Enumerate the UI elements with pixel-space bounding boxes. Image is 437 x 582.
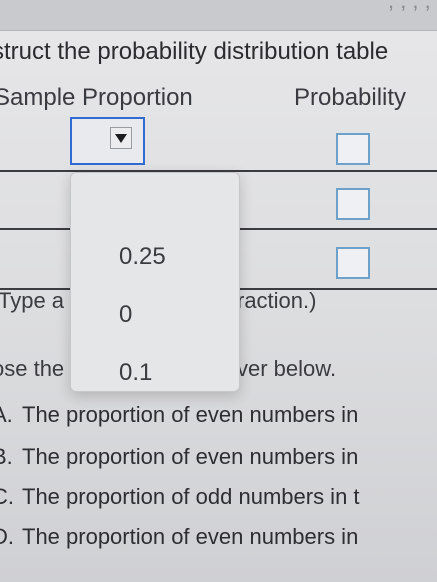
probability-input[interactable]: [336, 188, 370, 220]
probability-input[interactable]: [336, 133, 370, 165]
answer-letter: C.: [0, 484, 14, 509]
choose-hint-right: ver below.: [237, 356, 337, 381]
answer-letter: A.: [0, 402, 13, 427]
answer-option-c[interactable]: C. The proportion of odd numbers in t: [0, 484, 360, 510]
dropdown-arrow-icon[interactable]: [110, 127, 132, 149]
answer-option-d[interactable]: D. The proportion of even numbers in: [0, 524, 358, 550]
sample-proportion-dropdown[interactable]: [70, 117, 145, 165]
top-strip-text: , , , , ,: [387, 0, 437, 13]
answer-option-b[interactable]: B. The proportion of even numbers in: [0, 444, 358, 470]
answer-text: The proportion of even numbers in: [22, 524, 359, 549]
answer-text: The proportion of even numbers in: [22, 444, 359, 469]
answer-letter: D.: [0, 524, 14, 549]
probability-input[interactable]: [336, 247, 370, 279]
choose-hint-left: ose the: [0, 356, 65, 381]
type-hint-right: raction.): [237, 288, 317, 313]
top-strip: , , , , ,: [0, 0, 437, 31]
column-header-probability: Probability: [294, 84, 407, 111]
screen: , , , , , struct the probability distrib…: [0, 0, 437, 582]
dropdown-option[interactable]: 0: [71, 293, 239, 337]
answer-option-a[interactable]: A. The proportion of even numbers in: [0, 402, 358, 428]
dropdown-menu: 0.25 0 0.1: [70, 172, 240, 392]
dropdown-option[interactable]: 0.1: [71, 351, 239, 395]
answer-text: The proportion of odd numbers in t: [22, 484, 360, 509]
answer-letter: B.: [0, 444, 13, 469]
answer-text: The proportion of even numbers in: [22, 402, 359, 427]
dropdown-option[interactable]: [71, 181, 239, 225]
column-header-sample-proportion: Sample Proportion: [0, 84, 193, 111]
instruction-text: struct the probability distribution tabl…: [0, 38, 389, 65]
dropdown-option[interactable]: 0.25: [71, 235, 239, 279]
type-hint-left: Type a: [0, 288, 65, 313]
